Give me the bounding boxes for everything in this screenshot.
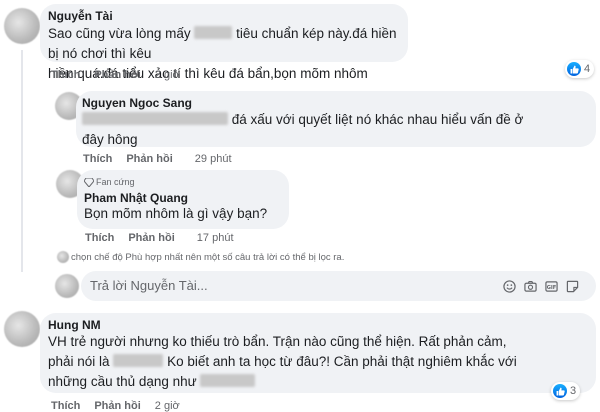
comment-text: Bọn mõm nhôm là gì vậy bạn? (84, 206, 268, 221)
avatar (55, 274, 79, 298)
comment-time[interactable]: 29 phút (195, 153, 232, 165)
comment-text-part: những cầu thủ dạng như (48, 374, 197, 389)
comment-author[interactable]: Pham Nhật Quang (84, 191, 188, 205)
avatar[interactable] (4, 311, 40, 347)
comment-text-part: phải nói là (48, 354, 110, 369)
thread-connector (21, 50, 23, 272)
comment-text: VH trẻ người nhưng ko thiếu trò bẩn. Trậ… (48, 332, 593, 392)
gif-icon[interactable]: GIF (544, 279, 558, 293)
like-reaction-icon (567, 62, 581, 76)
comment-author[interactable]: Nguyễn Tài (48, 9, 113, 23)
comment-time[interactable]: 2 giờ (155, 400, 180, 412)
fan-badge-label: Fan cứng (96, 177, 135, 187)
comment-text-part: VH trẻ người nhưng ko thiếu trò bẩn. Trậ… (48, 334, 507, 349)
comment-author[interactable]: Nguyen Ngoc Sang (82, 96, 192, 110)
comment-text-part: đây hông (82, 132, 138, 147)
comment-text-part: Ko biết anh ta học từ đâu?! Cần phải thậ… (167, 354, 517, 369)
reply-action[interactable]: Phản hồi (126, 153, 172, 165)
like-reaction-icon (553, 384, 567, 398)
comment-text: đá xấu với quyết liệt nó khác nhau hiểu … (82, 110, 592, 150)
notice-icon (57, 251, 69, 263)
reaction-count[interactable]: 4 (565, 60, 595, 78)
reaction-number: 3 (570, 385, 577, 397)
filter-notice: chọn chế độ Phù hợp nhất nên một số câu … (71, 252, 345, 263)
reaction-number: 4 (584, 63, 591, 75)
comment-time[interactable]: 2 giờ (155, 69, 180, 81)
like-action[interactable]: Thích (51, 400, 80, 412)
comment-actions: Thích Phản hồi 2 giờ (51, 69, 194, 81)
reply-placeholder[interactable]: Trả lời Nguyễn Tài... (90, 278, 208, 293)
avatar[interactable] (4, 8, 40, 44)
censored-text (82, 112, 228, 125)
censored-text (113, 354, 164, 367)
reply-action[interactable]: Phản hồi (94, 69, 140, 81)
reaction-count[interactable]: 3 (551, 382, 581, 400)
comment-author[interactable]: Hung NM (48, 318, 101, 332)
camera-icon[interactable] (523, 279, 537, 293)
svg-text:GIF: GIF (546, 284, 556, 290)
like-action[interactable]: Thích (83, 153, 112, 165)
comment-actions: Thích Phản hồi 2 giờ (51, 400, 194, 412)
like-action[interactable]: Thích (51, 69, 80, 81)
emoji-icon[interactable] (502, 279, 516, 293)
fan-badge: Fan cứng (83, 177, 135, 188)
reply-action[interactable]: Phản hồi (128, 232, 174, 244)
diamond-icon (83, 177, 95, 188)
like-action[interactable]: Thích (85, 232, 114, 244)
censored-text (194, 26, 233, 39)
comment-actions: Thích Phản hồi 29 phút (83, 153, 246, 165)
reply-action[interactable]: Phản hồi (94, 400, 140, 412)
comment-text-part: Sao cũng vừa lòng mấy (48, 26, 191, 41)
censored-text (200, 374, 256, 387)
reply-input-icons: GIF (502, 279, 579, 293)
comment-actions: Thích Phản hồi 17 phút (85, 232, 248, 244)
comment-text-part: đá xấu với quyết liệt nó khác nhau hiểu … (231, 112, 524, 127)
sticker-icon[interactable] (565, 279, 579, 293)
comment-time[interactable]: 17 phút (197, 232, 234, 244)
